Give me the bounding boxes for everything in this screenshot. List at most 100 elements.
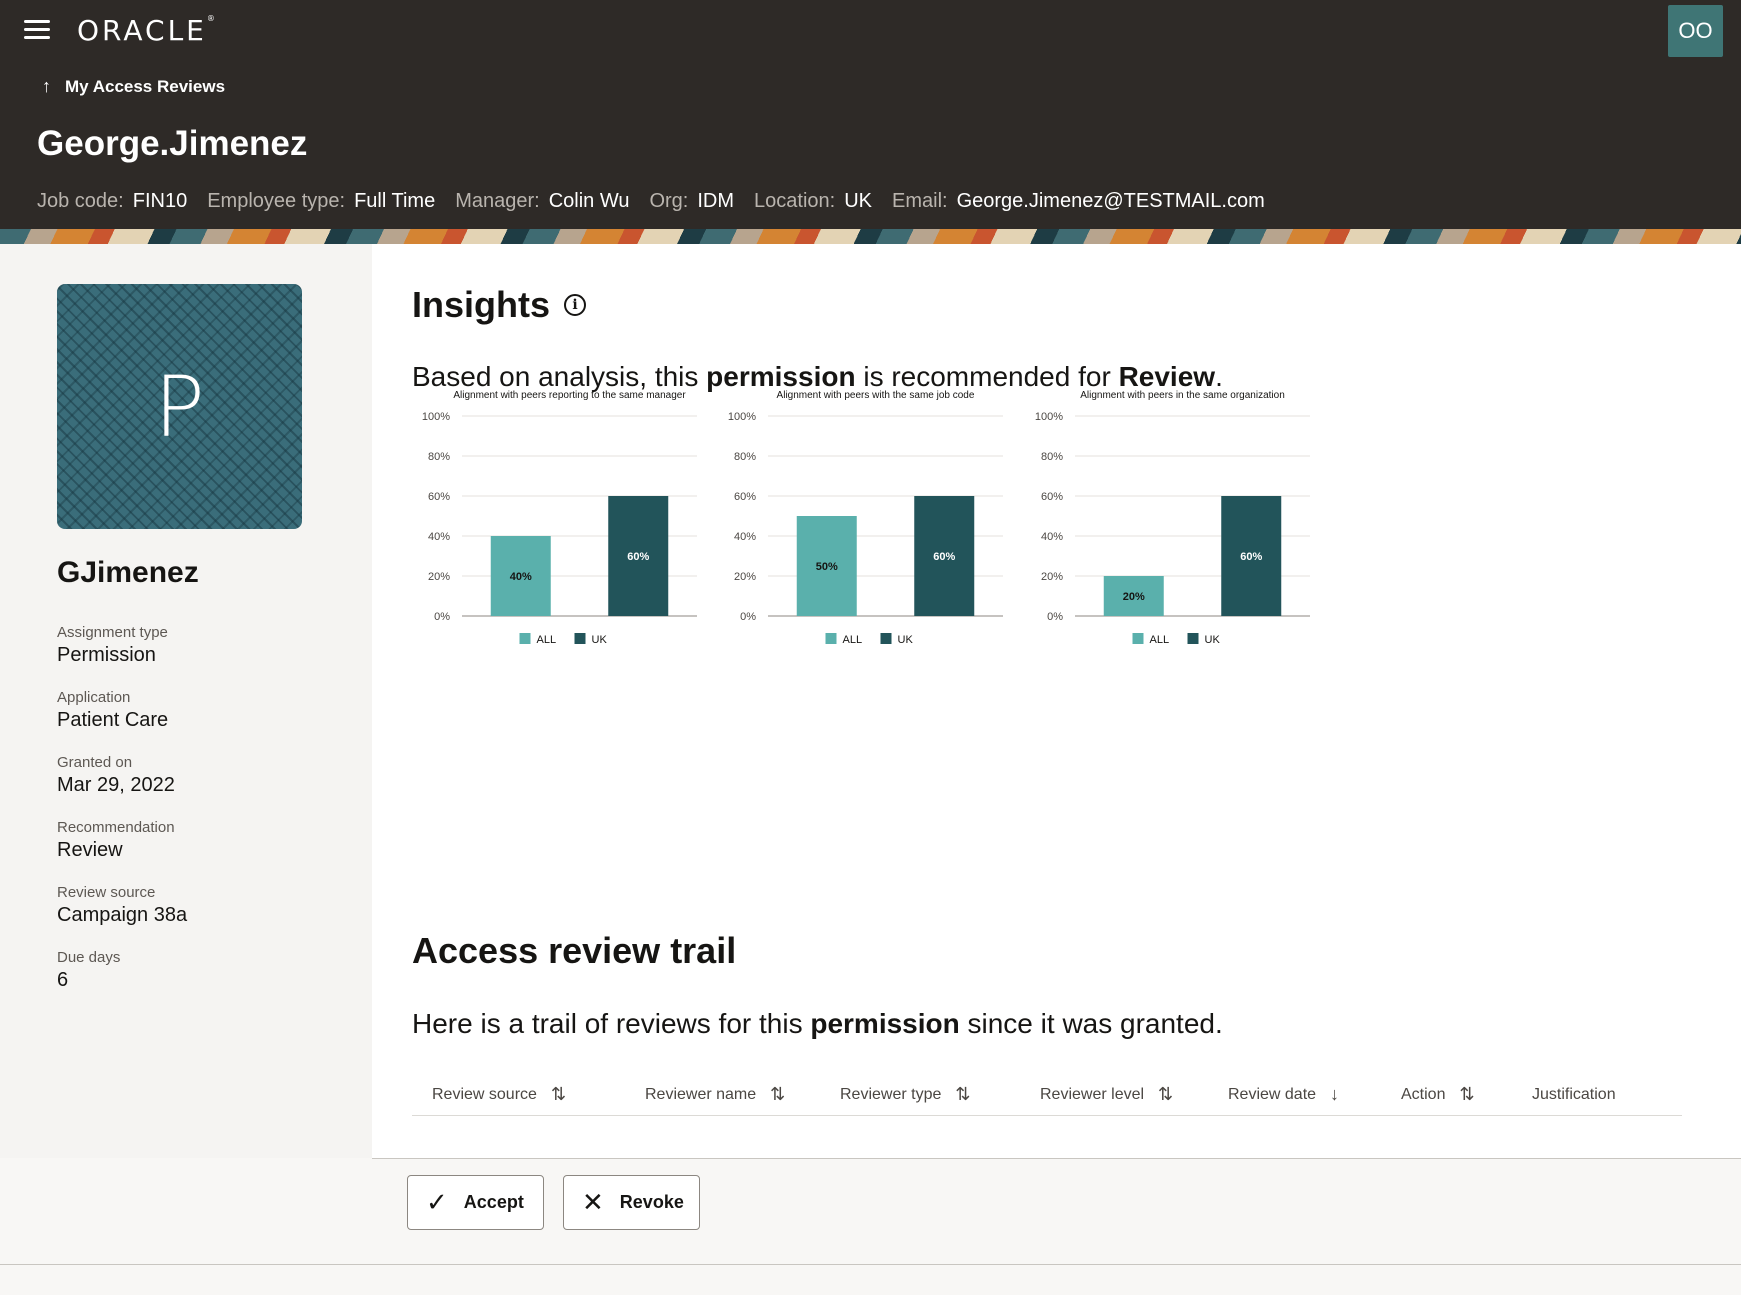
y-tick-label: 60% (428, 491, 450, 503)
y-tick-label: 100% (422, 411, 450, 423)
column-header[interactable]: Reviewer level ⇅ (1020, 1084, 1208, 1105)
detail-item: Assignment type Permission (57, 624, 347, 689)
meta-label: Location: (754, 190, 836, 212)
back-to-my-access-reviews-link[interactable]: ↑ My Access Reviews (42, 76, 225, 97)
detail-item: Granted on Mar 29, 2022 (57, 754, 347, 819)
y-tick-label: 60% (734, 491, 756, 503)
detail-item: Due days 6 (57, 949, 347, 1014)
sort-icon[interactable]: ⇅ (955, 1084, 970, 1105)
legend-swatch (519, 633, 531, 644)
meta-label: Org: (649, 190, 689, 212)
detail-item: Application Patient Care (57, 689, 347, 754)
column-header[interactable]: Review source ⇅ (412, 1084, 625, 1105)
back-link-label: My Access Reviews (65, 76, 226, 96)
meta-value: George.Jimenez@TESTMAIL.com (956, 190, 1265, 212)
meta-label: Manager: (455, 190, 540, 212)
meta-label: Job code: (37, 190, 124, 212)
column-header[interactable]: Reviewer type ⇅ (820, 1084, 1020, 1105)
legend-label: ALL (1150, 634, 1170, 646)
access-review-trail-title: Access review trail (412, 930, 736, 972)
y-tick-label: 0% (434, 611, 450, 623)
y-tick-label: 80% (734, 451, 756, 463)
column-header[interactable]: Justification (1512, 1086, 1682, 1104)
sort-icon[interactable]: ⇅ (770, 1084, 785, 1105)
data-label: 20% (1123, 591, 1145, 603)
y-tick-label: 0% (1047, 611, 1063, 623)
info-icon[interactable]: i (564, 294, 587, 316)
page-header: ORACLE® OO ↑ My Access Reviews George.Ji… (0, 0, 1741, 229)
legend-swatch (825, 633, 837, 644)
meta-item: Email: George.Jimenez@TESTMAIL.com (892, 190, 1265, 213)
detail-value: Review (57, 839, 123, 861)
detail-label: Assignment type (57, 624, 168, 641)
trail-sentence-part: since it was granted. (959, 1008, 1223, 1039)
column-header-label: Justification (1532, 1085, 1616, 1103)
trail-title-text: Access review trail (412, 930, 737, 971)
data-label: 60% (627, 551, 649, 563)
legend-label: UK (1205, 634, 1221, 646)
legend-swatch (1187, 633, 1199, 644)
detail-value: 6 (57, 969, 69, 991)
page-title: George.Jimenez (37, 124, 308, 163)
meta-value: FIN10 (132, 190, 188, 212)
decorative-banner (0, 229, 1741, 244)
meta-item: Job code: FIN10 (37, 190, 187, 213)
detail-label: Granted on (57, 754, 133, 771)
sort-icon[interactable]: ⇅ (551, 1084, 566, 1105)
main-content: Insights i Based on analysis, this permi… (372, 244, 1741, 1158)
data-label: 60% (1240, 551, 1262, 563)
meta-item: Org: IDM (649, 190, 734, 213)
oracle-logo[interactable]: ORACLE® (77, 14, 215, 47)
y-tick-label: 100% (1035, 411, 1063, 423)
revoke-button[interactable]: ✕ Revoke (563, 1175, 700, 1230)
chart-manager-alignment: Alignment with peers reporting to the sa… (412, 384, 712, 674)
sort-icon[interactable]: ⇅ (1158, 1084, 1173, 1105)
column-header[interactable]: Review date ↓ (1208, 1084, 1381, 1105)
y-tick-label: 20% (1041, 571, 1063, 583)
detail-value: Campaign 38a (57, 904, 188, 926)
close-icon: ✕ (582, 1187, 604, 1217)
user-avatar-button[interactable]: OO (1668, 5, 1723, 57)
insights-title: Insights i (412, 284, 587, 326)
sort-descending-icon[interactable]: ↓ (1330, 1084, 1339, 1105)
chart-svg: Alignment with peers reporting to the sa… (422, 390, 697, 646)
meta-item: Manager: Colin Wu (455, 190, 629, 213)
detail-label: Due days (57, 949, 121, 966)
legend-label: ALL (843, 634, 863, 646)
legend-swatch (1132, 633, 1144, 644)
review-trail-table: Review source ⇅ Reviewer name ⇅ Reviewer typ… (412, 1074, 1682, 1116)
chart-title: Alignment with peers with the same job c… (777, 390, 975, 401)
column-header-label: Reviewer type (840, 1085, 942, 1103)
column-header-label: Reviewer level (1040, 1085, 1145, 1103)
legend-label: ALL (537, 634, 557, 646)
column-header[interactable]: Reviewer name ⇅ (625, 1084, 820, 1105)
y-tick-label: 80% (1041, 451, 1063, 463)
y-tick-label: 20% (734, 571, 756, 583)
insights-title-text: Insights (412, 284, 551, 325)
chart-svg: Alignment with peers in the same organiz… (1035, 390, 1310, 646)
column-header-label: Review date (1228, 1085, 1317, 1103)
y-tick-label: 40% (734, 531, 756, 543)
username-heading: GJimenez (57, 556, 199, 589)
y-tick-label: 20% (428, 571, 450, 583)
checkmark-icon: ✓ (426, 1187, 448, 1217)
chart-svg: Alignment with peers with the same job c… (728, 390, 1003, 646)
accept-button-label: Accept (463, 1192, 524, 1212)
table-header-row: Review source ⇅ Reviewer name ⇅ Reviewer typ… (412, 1074, 1682, 1116)
data-label: 40% (510, 571, 532, 583)
accept-button[interactable]: ✓ Accept (407, 1175, 544, 1230)
detail-item: Review source Campaign 38a (57, 884, 347, 949)
legend-swatch (574, 633, 586, 644)
meta-label: Email: (892, 190, 948, 212)
profile-panel: P GJimenez Assignment type Permission Appl… (0, 244, 372, 1158)
legend-label: UK (898, 634, 914, 646)
trail-sentence: Here is a trail of reviews for this perm… (412, 1008, 1223, 1040)
detail-label: Recommendation (57, 819, 175, 836)
hamburger-menu-icon[interactable] (24, 20, 50, 40)
chart-title: Alignment with peers in the same organiz… (1080, 390, 1285, 401)
avatar-letter: P (154, 357, 205, 456)
sort-icon[interactable]: ⇅ (1459, 1084, 1474, 1105)
y-tick-label: 40% (1041, 531, 1063, 543)
meta-value: IDM (697, 190, 735, 212)
column-header[interactable]: Action ⇅ (1381, 1084, 1512, 1105)
